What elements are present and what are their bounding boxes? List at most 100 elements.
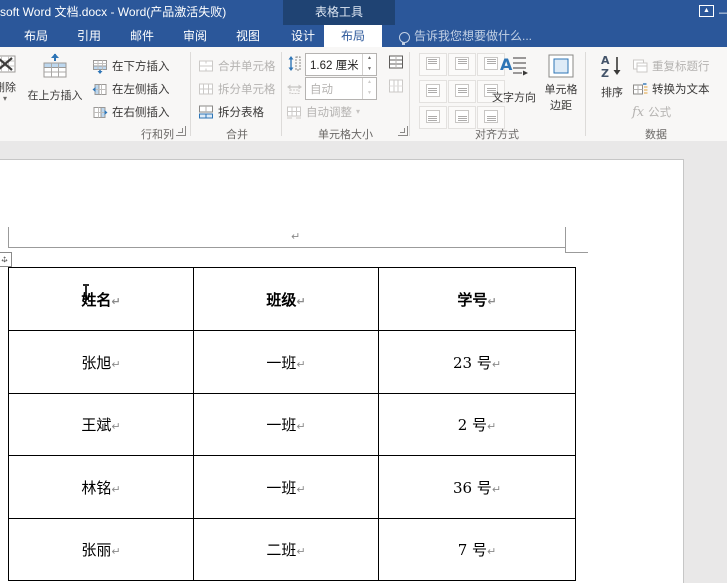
ribbon-display-options-icon[interactable]: ▲ <box>699 5 714 17</box>
lightbulb-icon <box>399 29 410 47</box>
table-cell[interactable]: 姓名↵ <box>8 267 194 331</box>
table-cell[interactable]: 班级↵ <box>193 267 379 331</box>
align-bottom-center-icon <box>455 110 469 123</box>
text-direction-button[interactable]: A 文字方向 <box>489 53 539 105</box>
table-row: 林铭↵ 一班↵ 36 号↵ <box>8 455 576 519</box>
align-center-button[interactable] <box>448 80 476 103</box>
tab-layout-page[interactable]: 布局 <box>16 25 56 47</box>
cell-mark: ↵ <box>111 420 121 433</box>
insert-above-icon <box>40 52 70 82</box>
spinner-up-icon[interactable]: ▲ <box>363 78 376 89</box>
delete-table-icon <box>0 52 18 76</box>
insert-below-icon <box>92 58 108 74</box>
split-table-button[interactable]: 拆分表格 <box>198 101 264 123</box>
svg-text:A: A <box>500 55 513 74</box>
table-header-row: 姓名↵ 班级↵ 学号↵ <box>8 267 576 331</box>
cell-mark: ↵ <box>296 357 306 371</box>
table-cell[interactable]: 36 号↵ <box>378 455 576 519</box>
tab-view[interactable]: 视图 <box>228 25 268 47</box>
distribute-columns-button[interactable] <box>388 78 404 94</box>
autofit-button[interactable]: 自动调整 ▾ <box>286 101 360 123</box>
chevron-down-icon: ▾ <box>2 94 7 103</box>
table-cell[interactable]: 23 号↵ <box>378 330 576 394</box>
formula-button[interactable]: fx 公式 <box>632 101 671 123</box>
spinner-down-icon[interactable]: ▼ <box>363 89 376 100</box>
align-bottom-left-icon <box>426 110 440 123</box>
cell-mark: ↵ <box>296 545 306 558</box>
cell-margins-button[interactable]: 单元格 边距 <box>539 53 583 113</box>
minimize-button[interactable]: — <box>719 8 727 19</box>
student-table: 姓名↵ 班级↵ 学号↵ 张旭↵ 一班↵ 23 号↵ 王斌↵ 一班↵ 2 号↵ 林… <box>8 267 576 581</box>
cell-mark: ↵ <box>111 482 121 496</box>
row-height-input[interactable]: 1.62 厘米 ▲ ▼ <box>305 53 377 76</box>
cell-mark: ↵ <box>111 357 121 371</box>
autofit-icon <box>286 104 302 120</box>
margin-mark-right-horizontal <box>566 252 588 253</box>
align-center-left-button[interactable] <box>419 80 447 103</box>
tell-me-box[interactable]: 告诉我您想要做什么... <box>414 25 532 47</box>
distribute-rows-button[interactable] <box>388 54 404 70</box>
table-cell[interactable]: 二班↵ <box>193 518 379 581</box>
cell-mark: ↵ <box>491 482 502 496</box>
tab-review[interactable]: 审阅 <box>175 25 215 47</box>
sort-button[interactable]: AZ 排序 <box>594 53 630 100</box>
table-row: 张丽↵ 二班↵ 7 号↵ <box>8 518 576 581</box>
convert-to-text-icon <box>632 81 648 97</box>
cell-mark: ↵ <box>296 294 306 308</box>
table-cell[interactable]: 一班↵ <box>193 455 379 519</box>
paragraph-mark: ↵ <box>291 230 301 243</box>
word-window: { "colors": { "titlebar": "#2b579a", "co… <box>0 0 727 583</box>
spinner-down-icon[interactable]: ▼ <box>363 65 376 76</box>
tab-references[interactable]: 引用 <box>69 25 109 47</box>
merge-cells-button[interactable]: 合并单元格 <box>198 55 276 77</box>
cell-size-dialog-launcher[interactable] <box>398 126 408 136</box>
table-cell[interactable]: 一班↵ <box>193 330 379 394</box>
cell-mark: ↵ <box>491 357 502 371</box>
insert-left-button[interactable]: 在左侧插入 <box>92 78 170 100</box>
table-cell[interactable]: 王斌↵ <box>8 393 194 456</box>
cell-mark: ↵ <box>487 420 497 433</box>
column-width-spinner[interactable]: ▲ ▼ <box>362 78 376 99</box>
align-center-left-icon <box>426 84 440 97</box>
margin-mark-left <box>8 227 9 248</box>
sort-az-icon: AZ <box>599 53 625 80</box>
align-top-left-icon <box>426 57 440 70</box>
table-cell[interactable]: 张丽↵ <box>8 518 194 581</box>
table-cell[interactable]: 学号↵ <box>378 267 576 331</box>
tab-mailings[interactable]: 邮件 <box>122 25 162 47</box>
tab-table-layout-active[interactable]: 布局 <box>324 25 382 47</box>
column-width-input[interactable]: 自动 ▲ ▼ <box>305 77 377 100</box>
cell-mark: ↵ <box>487 294 497 308</box>
formula-fx-icon: fx <box>632 104 645 120</box>
convert-to-text-button[interactable]: 转换为文本 <box>632 78 710 100</box>
rows-cols-dialog-launcher[interactable] <box>176 126 186 136</box>
insert-above-button[interactable]: 在上方插入 <box>24 52 86 103</box>
table-cell[interactable]: 林铭↵ <box>8 455 194 519</box>
insert-below-button[interactable]: 在下方插入 <box>92 55 170 77</box>
insert-right-icon <box>92 104 108 120</box>
move-vertical-icon: ↕ <box>2 254 7 265</box>
align-top-left-button[interactable] <box>419 53 447 76</box>
svg-text:A: A <box>601 54 610 67</box>
margin-boundary-line <box>8 247 565 248</box>
row-height-spinner[interactable]: ▲ ▼ <box>362 54 376 75</box>
repeat-header-rows-icon <box>632 58 648 74</box>
insert-right-button[interactable]: 在右侧插入 <box>92 101 170 123</box>
group-separator <box>190 52 191 136</box>
window-title: soft Word 文档.docx - Word(产品激活失败) <box>0 5 227 19</box>
repeat-header-rows-button[interactable]: 重复标题行 <box>632 55 710 77</box>
align-top-center-icon <box>455 57 469 70</box>
tab-table-design[interactable]: 设计 <box>283 25 323 47</box>
table-cell[interactable]: 2 号↵ <box>378 393 576 456</box>
table-cell[interactable]: 张旭↵ <box>8 330 194 394</box>
table-cell[interactable]: 一班↵ <box>193 393 379 456</box>
insert-left-icon <box>92 81 108 97</box>
table-move-handle[interactable]: ↔ ↕ <box>0 252 12 267</box>
align-top-center-button[interactable] <box>448 53 476 76</box>
spinner-up-icon[interactable]: ▲ <box>363 54 376 65</box>
group-separator <box>281 52 282 136</box>
svg-text:Z: Z <box>601 67 609 80</box>
group-separator <box>585 52 586 136</box>
split-cells-button[interactable]: 拆分单元格 <box>198 78 276 100</box>
table-cell[interactable]: 7 号↵ <box>378 518 576 581</box>
